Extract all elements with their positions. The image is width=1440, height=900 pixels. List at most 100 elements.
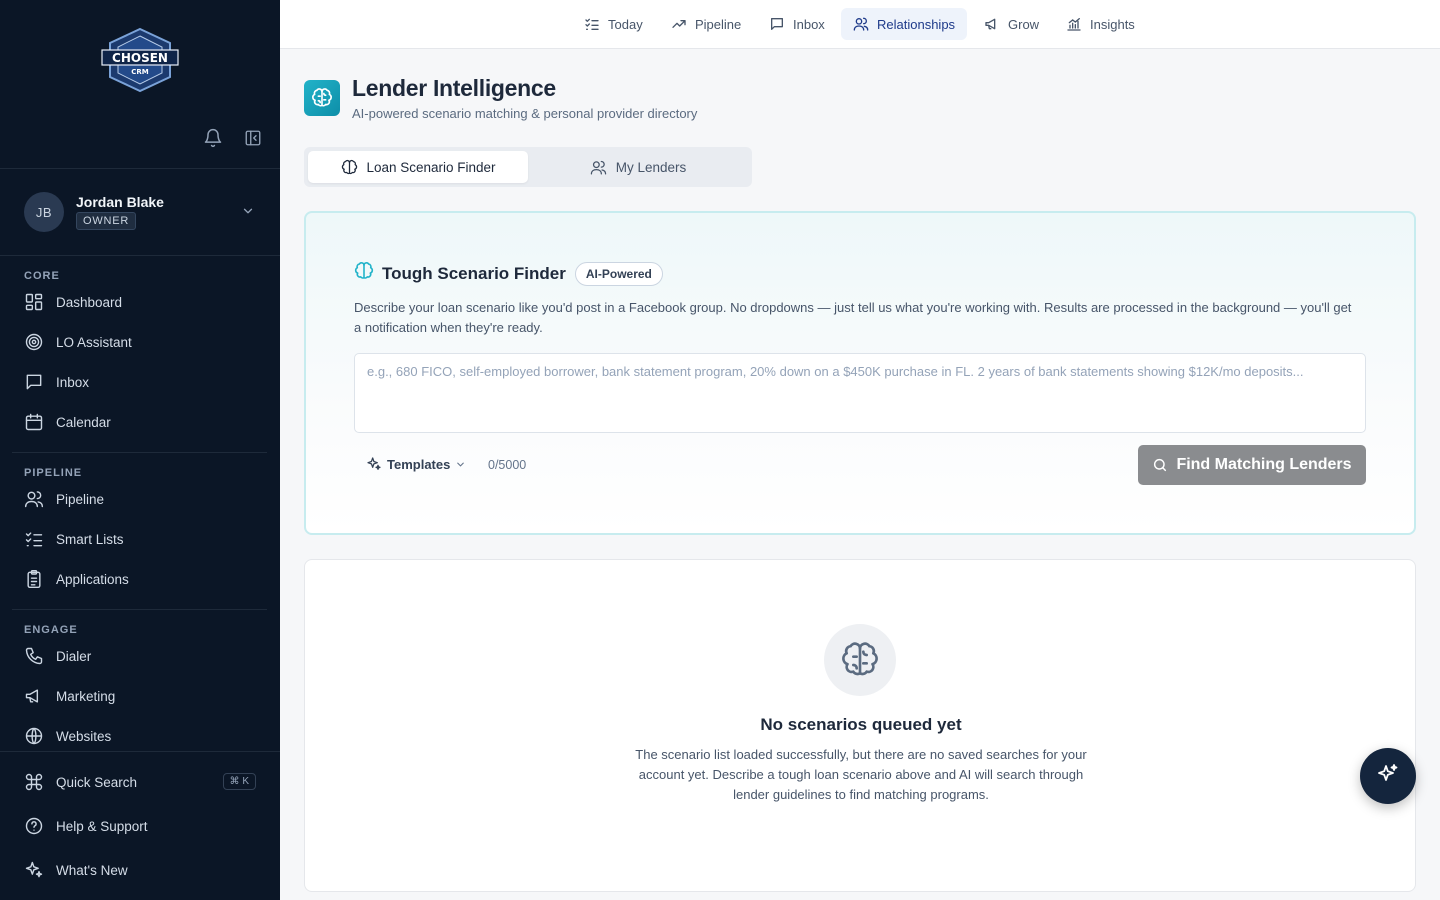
users-icon <box>853 16 869 32</box>
sidebar-item-label: Marketing <box>56 688 116 704</box>
message-icon <box>769 16 785 32</box>
button-label: Find Matching Lenders <box>1176 456 1352 473</box>
megaphone-icon <box>984 16 1000 32</box>
tab-today[interactable]: Today <box>572 8 655 40</box>
sparkles-icon <box>366 456 382 472</box>
sidebar-item-help-support[interactable]: Help & Support <box>24 811 264 841</box>
divider <box>12 609 267 610</box>
target-icon <box>24 332 44 352</box>
bell-icon[interactable] <box>201 126 225 150</box>
scenario-input[interactable] <box>354 353 1366 433</box>
character-counter: 0/5000 <box>488 458 527 472</box>
sidebar-item-calendar[interactable]: Calendar <box>24 407 264 437</box>
sidebar-item-whats-new[interactable]: What's New <box>24 855 264 885</box>
ai-assistant-button[interactable] <box>1360 748 1416 804</box>
page-title: Lender Intelligence <box>352 75 556 101</box>
tab-label: Grow <box>1008 16 1040 32</box>
tab-label: Insights <box>1090 16 1135 32</box>
sidebar-item-label: Quick Search <box>56 774 138 790</box>
sidebar-item-label: Smart Lists <box>56 531 124 547</box>
sidebar-item-quick-search[interactable]: Quick Search ⌘ K <box>24 767 256 797</box>
tab-pipeline[interactable]: Pipeline <box>659 8 753 40</box>
command-icon <box>24 772 44 792</box>
section-label-engage: ENGAGE <box>24 624 78 636</box>
section-label-pipeline: PIPELINE <box>24 467 83 479</box>
users-icon <box>24 489 44 509</box>
sidebar-item-smart-lists[interactable]: Smart Lists <box>24 524 264 554</box>
divider <box>0 168 280 169</box>
user-name: Jordan Blake <box>76 194 164 210</box>
brain-icon <box>340 158 358 176</box>
finder-title: Tough Scenario Finder <box>382 263 566 283</box>
sidebar-item-inbox[interactable]: Inbox <box>24 367 264 397</box>
brain-icon <box>824 624 896 696</box>
sidebar-item-label: Dashboard <box>56 294 123 310</box>
tab-loan-scenario-finder[interactable]: Loan Scenario Finder <box>308 151 528 183</box>
sidebar-item-label: Calendar <box>56 414 111 430</box>
brain-icon <box>354 261 374 286</box>
sidebar-item-label: Websites <box>56 728 112 744</box>
tab-relationships[interactable]: Relationships <box>841 8 968 40</box>
view-switcher: Loan Scenario Finder My Lenders <box>304 147 752 187</box>
sidebar-item-label: LO Assistant <box>56 334 132 350</box>
avatar: JB <box>24 192 64 232</box>
tab-my-lenders[interactable]: My Lenders <box>528 151 748 183</box>
sidebar-item-label: What's New <box>56 862 128 878</box>
trending-up-icon <box>671 16 687 32</box>
clipboard-icon <box>24 569 44 589</box>
tab-label: My Lenders <box>615 159 687 175</box>
empty-state-description: The scenario list loaded successfully, b… <box>635 747 1087 802</box>
sidebar-item-websites[interactable]: Websites <box>24 721 264 751</box>
ai-powered-badge: AI-Powered <box>574 261 663 286</box>
sidebar-item-pipeline[interactable]: Pipeline <box>24 484 264 514</box>
users-icon <box>590 158 608 176</box>
tab-insights[interactable]: Insights <box>1054 8 1147 40</box>
sidebar-item-label: Help & Support <box>56 818 148 834</box>
templates-button[interactable]: Templates <box>366 456 466 472</box>
sidebar-item-marketing[interactable]: Marketing <box>24 681 264 711</box>
section-label-core: CORE <box>24 270 60 282</box>
phone-icon <box>24 646 44 666</box>
sidebar-item-dialer[interactable]: Dialer <box>24 641 264 671</box>
tab-grow[interactable]: Grow <box>972 8 1051 40</box>
keyboard-shortcut: ⌘ K <box>222 773 256 790</box>
divider <box>0 255 280 256</box>
help-circle-icon <box>24 816 44 836</box>
svg-text:CHOSEN: CHOSEN <box>112 51 168 65</box>
sidebar-item-label: Dialer <box>56 648 92 664</box>
tab-label: Inbox <box>793 16 825 32</box>
scenario-list-empty-state: No scenarios queued yet The scenario lis… <box>304 559 1416 892</box>
dashboard-icon <box>24 292 44 312</box>
finder-header: Tough Scenario Finder AI-Powered <box>354 261 663 286</box>
find-matching-lenders-button[interactable]: Find Matching Lenders <box>1138 445 1366 485</box>
svg-text:CRM: CRM <box>131 68 149 76</box>
empty-state-title: No scenarios queued yet <box>760 715 962 734</box>
sidebar-item-label: Pipeline <box>56 491 105 507</box>
sidebar-item-label: Inbox <box>56 374 90 390</box>
chevron-down-icon[interactable] <box>241 204 255 223</box>
brain-icon <box>304 80 340 116</box>
sidebar-item-applications[interactable]: Applications <box>24 564 264 594</box>
list-checks-icon <box>24 529 44 549</box>
top-navigation: Today Pipeline Inbox Relationships Grow … <box>280 0 1440 49</box>
message-icon <box>24 372 44 392</box>
tab-inbox[interactable]: Inbox <box>757 8 837 40</box>
user-menu[interactable]: JB Jordan Blake OWNER <box>24 192 259 234</box>
search-icon <box>1152 457 1168 473</box>
divider <box>0 751 280 752</box>
globe-icon <box>24 726 44 746</box>
tab-label: Pipeline <box>695 16 742 32</box>
sparkles-icon <box>1376 762 1400 791</box>
sidebar-item-dashboard[interactable]: Dashboard <box>24 287 264 317</box>
chevron-down-icon <box>455 459 466 470</box>
sidebar-item-lo-assistant[interactable]: LO Assistant <box>24 327 264 357</box>
calendar-icon <box>24 412 44 432</box>
bar-chart-icon <box>1066 16 1082 32</box>
templates-label: Templates <box>387 456 451 472</box>
sidebar-item-label: Applications <box>56 571 129 587</box>
collapse-sidebar-icon[interactable] <box>241 126 265 150</box>
tab-label: Today <box>608 16 643 32</box>
chosen-crm-logo[interactable]: CHOSEN CRM <box>100 26 180 94</box>
sparkles-icon <box>24 860 44 880</box>
list-checks-icon <box>584 16 600 32</box>
